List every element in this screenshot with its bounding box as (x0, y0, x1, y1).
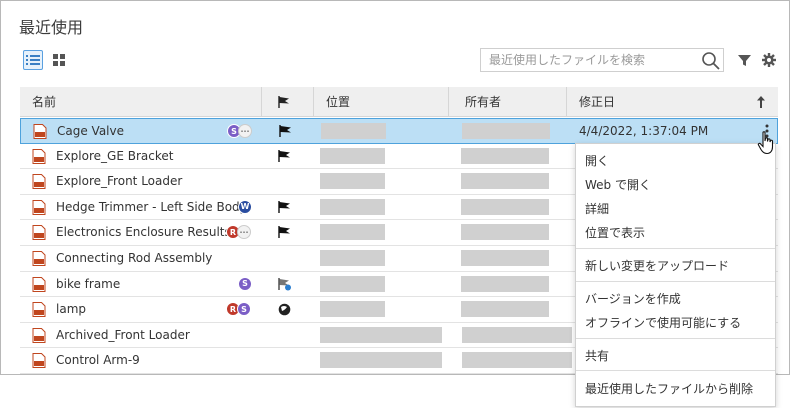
location-placeholder (320, 250, 385, 266)
black-flag-icon (278, 200, 290, 213)
menu-divider (576, 248, 775, 249)
file-name[interactable]: Hedge Trimmer - Left Side Body (56, 195, 247, 219)
file-name[interactable]: bike frame (56, 272, 120, 296)
file-icon (32, 327, 46, 343)
owner-placeholder (461, 301, 549, 318)
list-view-icon (26, 55, 40, 65)
globe-icon (278, 303, 291, 316)
grid-view-icon (53, 54, 65, 66)
menu-item-share[interactable]: 共有 (585, 347, 609, 364)
location-placeholder (320, 147, 385, 164)
location-placeholder (320, 224, 385, 241)
avatar: ··· (238, 124, 252, 138)
flag-header-icon (278, 96, 289, 108)
column-header-modified[interactable]: 修正日 (566, 87, 778, 117)
file-icon (32, 276, 46, 292)
file-name[interactable]: Explore_Front Loader (56, 169, 182, 193)
owner-placeholder (462, 352, 572, 369)
black-flag-icon (279, 125, 291, 137)
owner-placeholder (461, 250, 549, 266)
menu-item-offline[interactable]: オフラインで使用可能にする (585, 314, 741, 331)
gear-icon[interactable] (762, 52, 776, 71)
collaborator-avatars: RS (226, 302, 251, 317)
avatar: S (238, 276, 252, 291)
flag-info-icon (278, 277, 291, 291)
file-icon (32, 302, 46, 318)
filter-icon[interactable] (738, 52, 751, 71)
collaborator-avatars: R ··· (226, 225, 251, 240)
file-name[interactable]: lamp (56, 297, 86, 321)
owner-placeholder (462, 123, 550, 139)
owner-placeholder (461, 224, 549, 241)
owner-placeholder (461, 275, 549, 292)
avatar: S (237, 302, 251, 317)
menu-divider (576, 370, 775, 371)
location-placeholder (321, 123, 386, 139)
owner-placeholder (462, 326, 572, 343)
location-placeholder (320, 173, 385, 190)
context-menu: 開く Web で開く 詳細 位置で表示 新しい変更をアップロード バージョンを作… (575, 143, 776, 407)
file-icon (32, 199, 46, 215)
list-view-button[interactable] (23, 50, 43, 70)
file-icon (32, 225, 46, 241)
menu-item-open[interactable]: 開く (585, 152, 609, 169)
file-name[interactable]: Control Arm-9 (56, 348, 140, 372)
black-flag-icon (278, 149, 290, 162)
search-input[interactable] (481, 49, 701, 71)
file-icon (32, 174, 46, 190)
file-icon (32, 251, 46, 266)
black-flag-icon (278, 226, 290, 239)
collaborator-avatars: S (238, 276, 252, 291)
page-title: 最近使用 (19, 18, 84, 37)
search-icon[interactable] (701, 51, 721, 75)
table-row[interactable]: Cage Valve S ··· 4/4/2022, 1:37:04 PM (20, 118, 778, 144)
file-name[interactable]: Connecting Rod Assembly (56, 246, 212, 270)
menu-item-upload-changes[interactable]: 新しい変更をアップロード (585, 257, 729, 274)
avatar: ··· (237, 225, 251, 240)
file-icon (32, 353, 46, 369)
file-name[interactable]: Explore_GE Bracket (56, 144, 173, 168)
modified-date: 4/4/2022, 1:37:04 PM (579, 124, 709, 138)
menu-divider (576, 338, 775, 339)
search-box (480, 48, 724, 72)
location-placeholder (320, 198, 385, 215)
file-icon (33, 124, 47, 139)
location-placeholder (320, 301, 385, 318)
file-name[interactable]: Archived_Front Loader (56, 323, 190, 347)
column-header-location[interactable]: 位置 (313, 87, 448, 117)
menu-item-open-web[interactable]: Web で開く (585, 176, 651, 193)
file-name[interactable]: Cage Valve (57, 119, 124, 143)
owner-placeholder (461, 173, 549, 190)
column-header-name[interactable]: 名前 (32, 87, 56, 117)
avatar: W (238, 199, 252, 214)
menu-item-details[interactable]: 詳細 (585, 200, 609, 217)
menu-item-create-version[interactable]: バージョンを作成 (585, 290, 681, 307)
owner-placeholder (461, 198, 549, 215)
file-name[interactable]: Electronics Enclosure Results v1 (56, 220, 249, 244)
menu-item-show-location[interactable]: 位置で表示 (585, 224, 645, 241)
menu-divider (576, 281, 775, 282)
sort-ascending-icon[interactable] (756, 96, 766, 108)
location-placeholder (320, 326, 442, 343)
collaborator-avatars: S ··· (227, 124, 252, 138)
table-header: 名前 位置 所有者 修正日 (20, 87, 778, 117)
location-placeholder (320, 352, 442, 369)
column-header-owner[interactable]: 所有者 (448, 87, 566, 117)
hand-cursor-icon (757, 131, 774, 155)
file-icon (32, 148, 46, 164)
owner-placeholder (461, 147, 549, 164)
column-header-flag[interactable] (261, 87, 313, 117)
menu-item-remove-recent[interactable]: 最近使用したファイルから削除 (585, 380, 753, 397)
collaborator-avatars: W (238, 199, 252, 214)
grid-view-button[interactable] (49, 50, 69, 70)
location-placeholder (320, 275, 385, 292)
